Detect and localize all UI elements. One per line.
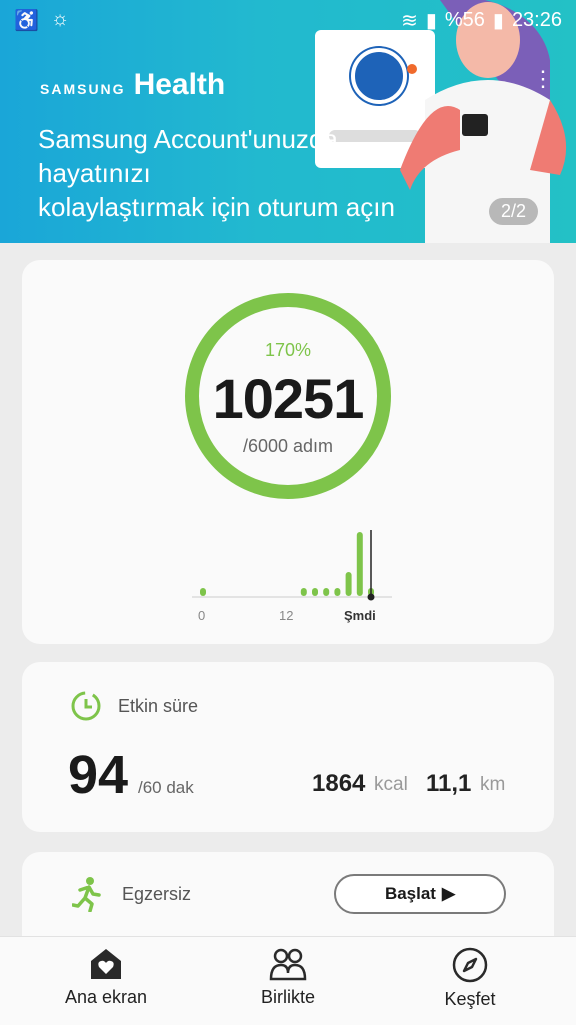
active-minutes-goal: /60 dak (138, 778, 194, 797)
hourly-step-bar (323, 588, 330, 596)
steps-card[interactable]: 170% 10251 /6000 adım 0 12 Şmdi (22, 260, 554, 644)
axis-label-noon: 12 (279, 608, 294, 623)
accessibility-icon: ♿ (14, 10, 39, 32)
steps-percent: 170% (264, 340, 312, 360)
clock: 23:26 (511, 9, 562, 31)
active-time-card[interactable]: Etkin süre 94 /60 dak 1864 kcal 11,1 km (22, 662, 554, 832)
distance-value: 11,1 (426, 770, 472, 797)
active-time-label: Etkin süre (118, 696, 199, 716)
exercise-label: Egzersiz (122, 884, 192, 904)
headline-line-1: Samsung Account'unuzda (38, 124, 338, 154)
distance-unit: km (480, 774, 506, 795)
axis-label-now: Şmdi (344, 608, 376, 623)
nav-together[interactable]: Birlikte (208, 947, 368, 1008)
calories-value: 1864 (312, 770, 366, 797)
hourly-step-bar (312, 588, 318, 596)
bottom-navigation: Ana ekran Birlikte Keşfet (0, 936, 576, 1025)
weather-icon: ☼ (50, 8, 70, 30)
brand-samsung: SAMSUNG (40, 81, 126, 97)
nav-discover-label: Keşfet (444, 989, 496, 1009)
hourly-step-bar (356, 532, 363, 596)
battery-percent: %56 (444, 9, 485, 31)
brand-health: Health (133, 68, 226, 101)
now-marker-dot (367, 593, 375, 601)
nav-discover[interactable]: Keşfet (390, 947, 550, 1010)
banner-headline: Samsung Account'unuzda hayatınızı kolayl… (38, 122, 468, 224)
wifi-icon: ≋ (401, 10, 418, 32)
hourly-step-bar (200, 588, 206, 596)
start-exercise-button[interactable]: Başlat ▶ (334, 874, 506, 914)
home-heart-icon (91, 949, 121, 979)
headline-line-2: hayatınızı (38, 158, 151, 188)
nav-together-label: Birlikte (260, 987, 315, 1007)
banner-pager: 2/2 (488, 198, 538, 225)
play-icon: ▶ (441, 884, 456, 903)
compass-icon (452, 947, 488, 983)
calories-unit: kcal (374, 774, 408, 795)
nav-home-label: Ana ekran (64, 987, 148, 1007)
headline-line-3: kolaylaştırmak için oturum açın (38, 192, 395, 222)
samsung-health-logo: SAMSUNG Health (40, 68, 225, 102)
hourly-steps-chart (192, 530, 392, 601)
timer-icon (71, 691, 101, 721)
hourly-step-bar (300, 588, 307, 596)
status-bar: ♿ ☼ ≋ ▮ %56 ▮ 23:26 (0, 0, 576, 38)
overflow-menu-icon[interactable]: ⋮ (532, 68, 554, 90)
start-label: Başlat (384, 884, 436, 903)
battery-icon: ▮ (492, 10, 504, 32)
running-icon (72, 877, 101, 912)
hourly-step-bar (345, 572, 352, 596)
active-minutes: 94 (68, 745, 129, 805)
nav-home[interactable]: Ana ekran (26, 947, 186, 1008)
axis-label-start: 0 (198, 608, 206, 623)
account-avatar-icon (351, 48, 407, 104)
steps-goal: /6000 adım (242, 436, 334, 456)
hourly-step-bar (334, 588, 341, 596)
people-icon (269, 948, 307, 981)
steps-count: 10251 (212, 367, 365, 430)
signal-icon: ▮ (425, 10, 437, 32)
